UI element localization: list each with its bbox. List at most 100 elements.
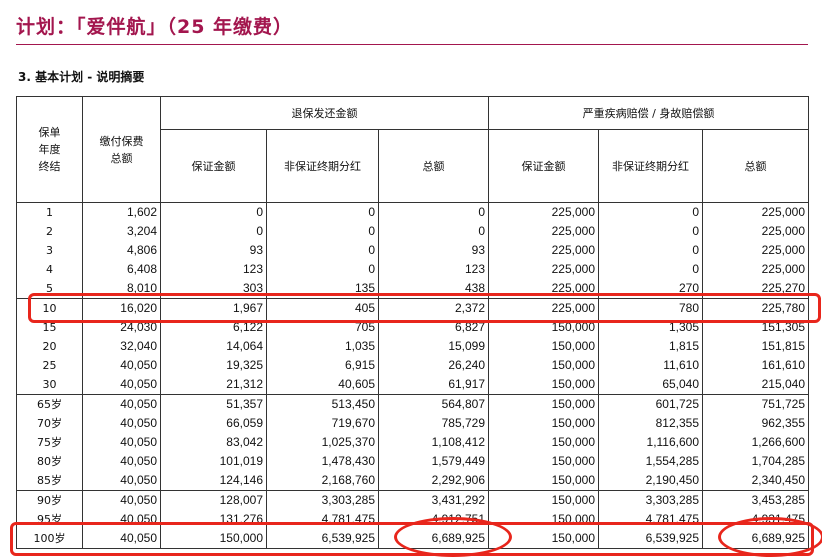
cell-surrender-guaranteed: 128,007 [160,490,267,510]
table-row: 20 32,040 14,064 1,035 15,099 150,000 1,815 151… [16,337,810,356]
table-row: 25 40,050 19,325 6,915 26,240 150,000 11,610 16… [16,356,810,375]
cell-surrender-guaranteed: 83,042 [160,433,267,452]
cell-policy-year: 95岁 [16,510,83,529]
cell-surrender-non-guaranteed: 0 [266,241,379,260]
cell-death-total: 6,689,925 [702,529,810,549]
cell-death-total: 215,040 [702,375,810,395]
cell-surrender-guaranteed: 131,276 [160,510,267,529]
cell-death-guaranteed: 225,000 [488,298,600,318]
cell-death-guaranteed: 150,000 [488,529,600,549]
cell-death-guaranteed: 225,000 [488,279,600,299]
cell-policy-year: 80岁 [16,452,83,471]
cell-death-total: 751,725 [702,394,810,414]
cell-total-premium: 40,050 [82,394,161,414]
cell-surrender-total: 6,827 [377,318,490,337]
cell-death-non-guaranteed: 6,539,925 [598,529,704,549]
header-death-guaranteed: 保证金额 [488,129,600,203]
page-title: 计划：「爱伴航」（25 年缴费） [16,16,294,38]
cell-surrender-total: 1,579,449 [377,452,490,471]
cell-death-guaranteed: 150,000 [488,414,600,433]
cell-total-premium: 6,408 [82,260,161,279]
cell-death-total: 962,355 [702,414,810,433]
cell-surrender-non-guaranteed: 1,035 [266,337,379,356]
cell-death-total: 161,610 [702,356,810,375]
header-policy-year: 保单 年度 终结 [16,96,83,203]
cell-death-non-guaranteed: 0 [598,202,704,222]
header-surrender-non-guaranteed: 非保证终期分红 [266,129,379,203]
cell-surrender-total: 564,807 [377,394,490,414]
table-row: 2 3,204 0 0 0 225,000 0 225,000 [16,222,810,241]
cell-surrender-non-guaranteed: 1,478,430 [266,452,379,471]
cell-policy-year: 15 [16,318,83,337]
cell-total-premium: 24,030 [82,318,161,337]
cell-total-premium: 32,040 [82,337,161,356]
cell-death-non-guaranteed: 1,815 [598,337,704,356]
table-row: 100岁 40,050 150,000 6,539,925 6,689,925 150,0… [16,529,810,549]
cell-surrender-non-guaranteed: 705 [266,318,379,337]
cell-total-premium: 40,050 [82,529,161,549]
cell-death-guaranteed: 225,000 [488,241,600,260]
cell-death-guaranteed: 150,000 [488,452,600,471]
cell-surrender-total: 15,099 [377,337,490,356]
cell-death-non-guaranteed: 1,116,600 [598,433,704,452]
cell-death-non-guaranteed: 270 [598,279,704,299]
cell-surrender-total: 26,240 [377,356,490,375]
cell-surrender-guaranteed: 123 [160,260,267,279]
title-divider [16,44,808,45]
cell-surrender-guaranteed: 101,019 [160,452,267,471]
cell-surrender-non-guaranteed: 1,025,370 [266,433,379,452]
cell-surrender-non-guaranteed: 135 [266,279,379,299]
cell-policy-year: 20 [16,337,83,356]
cell-death-non-guaranteed: 812,355 [598,414,704,433]
cell-surrender-total: 785,729 [377,414,490,433]
cell-total-premium: 3,204 [82,222,161,241]
cell-total-premium: 16,020 [82,298,161,318]
cell-total-premium: 40,050 [82,433,161,452]
cell-policy-year: 70岁 [16,414,83,433]
header-death-non-guaranteed: 非保证终期分红 [598,129,704,203]
cell-death-non-guaranteed: 11,610 [598,356,704,375]
table-row: 80岁 40,050 101,019 1,478,430 1,579,449 150,00… [16,452,810,471]
cell-surrender-total: 2,292,906 [377,471,490,491]
cell-death-total: 225,000 [702,222,810,241]
cell-surrender-guaranteed: 124,146 [160,471,267,491]
table-row: 65岁 40,050 51,357 513,450 564,807 150,000 601,… [16,394,810,414]
cell-death-guaranteed: 150,000 [488,318,600,337]
section-title: 3. 基本计划 - 说明摘要 [18,70,145,84]
cell-surrender-guaranteed: 51,357 [160,394,267,414]
benefit-illustration-table: 保单 年度 终结 缴付保费 总额 退保发还金额 严重疾病赔偿 / 身故赔偿额 保… [16,96,810,549]
cell-total-premium: 4,806 [82,241,161,260]
cell-death-total: 151,305 [702,318,810,337]
cell-policy-year: 65岁 [16,394,83,414]
cell-surrender-non-guaranteed: 4,781,475 [266,510,379,529]
cell-death-guaranteed: 225,000 [488,202,600,222]
cell-death-guaranteed: 150,000 [488,337,600,356]
cell-surrender-total: 61,917 [377,375,490,395]
header-total-premium: 缴付保费 总额 [82,96,161,203]
header-surrender-total: 总额 [377,129,490,203]
cell-policy-year: 10 [16,298,83,318]
cell-surrender-non-guaranteed: 6,539,925 [266,529,379,549]
cell-death-non-guaranteed: 1,305 [598,318,704,337]
cell-policy-year: 30 [16,375,83,395]
cell-total-premium: 40,050 [82,375,161,395]
cell-total-premium: 40,050 [82,452,161,471]
cell-death-total: 1,704,285 [702,452,810,471]
cell-death-guaranteed: 150,000 [488,375,600,395]
cell-death-guaranteed: 150,000 [488,433,600,452]
cell-death-non-guaranteed: 0 [598,260,704,279]
cell-death-non-guaranteed: 4,781,475 [598,510,704,529]
cell-total-premium: 40,050 [82,471,161,491]
table-row: 30 40,050 21,312 40,605 61,917 150,000 65,040 2… [16,375,810,395]
cell-death-total: 225,000 [702,260,810,279]
cell-death-non-guaranteed: 3,303,285 [598,490,704,510]
header-surrender-value: 退保发还金额 [159,96,490,130]
cell-death-non-guaranteed: 65,040 [598,375,704,395]
table-row: 10 16,020 1,967 405 2,372 225,000 780 225,780 [16,298,810,318]
cell-death-guaranteed: 150,000 [488,394,600,414]
cell-surrender-guaranteed: 93 [160,241,267,260]
header-surrender-guaranteed: 保证金额 [160,129,267,203]
cell-surrender-guaranteed: 21,312 [160,375,267,395]
cell-total-premium: 8,010 [82,279,161,299]
table-row: 90岁 40,050 128,007 3,303,285 3,431,292 150,00… [16,490,810,510]
